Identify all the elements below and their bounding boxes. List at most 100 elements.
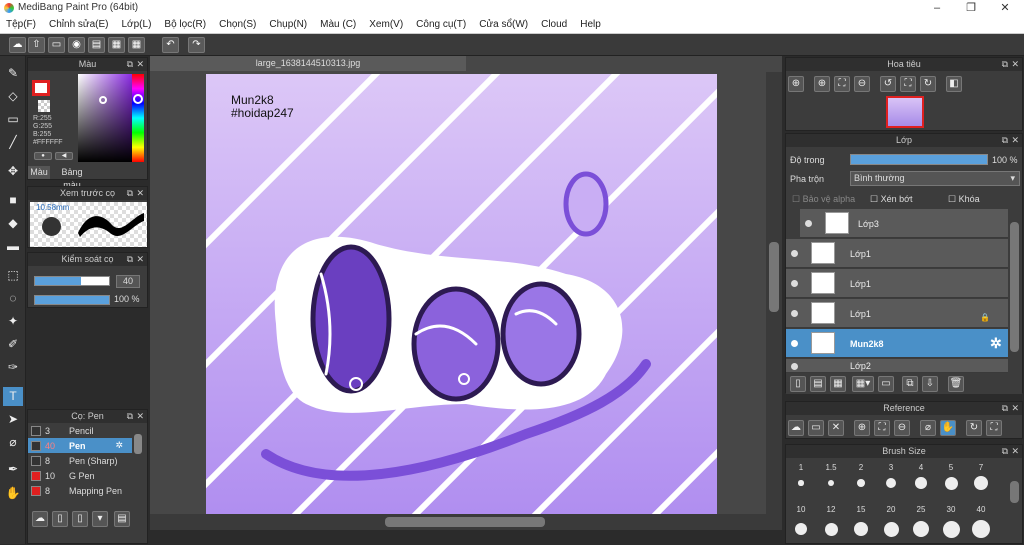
select-eraser-tool-icon[interactable]: ✑: [3, 358, 23, 377]
brush-size-option[interactable]: [942, 520, 960, 538]
zoom-in-icon[interactable]: ⊕: [854, 420, 870, 436]
pen-item[interactable]: 8 Pen (Sharp): [28, 453, 132, 468]
dock-icon[interactable]: ⧉: [127, 58, 133, 71]
fit-screen-icon[interactable]: ⛶: [900, 76, 916, 92]
brush-size-option[interactable]: [973, 475, 989, 491]
flip-icon[interactable]: ◧: [946, 76, 962, 92]
new-color-layer-icon[interactable]: ▤: [810, 376, 826, 392]
pen-item[interactable]: 10 G Pen: [28, 468, 132, 483]
new-brush-icon[interactable]: ▯: [52, 511, 68, 527]
brush-size-option[interactable]: [857, 479, 865, 487]
close-icon[interactable]: ✕: [136, 58, 144, 71]
gear-icon[interactable]: ✲: [990, 335, 1002, 352]
dock-icon[interactable]: ⧉: [1002, 58, 1008, 71]
brush-size-option[interactable]: [915, 477, 927, 489]
brush-size-option[interactable]: [798, 480, 804, 486]
fit-icon[interactable]: ⛶: [834, 76, 850, 92]
visibility-eye-icon[interactable]: [791, 310, 798, 317]
fit-icon[interactable]: ⛶: [874, 420, 890, 436]
eyedrop-color-icon[interactable]: ◀: [55, 152, 73, 160]
close-icon[interactable]: ✕: [1011, 445, 1019, 458]
protect-alpha-checkbox[interactable]: ☐ Bảo vệ alpha: [792, 194, 855, 205]
zoom-out-icon[interactable]: ⊖: [894, 420, 910, 436]
rotate-left-icon[interactable]: ↺: [880, 76, 896, 92]
cloud-icon[interactable]: ☁: [9, 37, 26, 53]
dock-icon[interactable]: ⧉: [127, 187, 133, 200]
tab-color[interactable]: Màu: [28, 166, 50, 179]
visibility-eye-icon[interactable]: [791, 280, 798, 287]
redo-icon[interactable]: ↷: [188, 37, 205, 53]
minimize-button[interactable]: –: [920, 0, 954, 16]
menu-cloud[interactable]: Cloud: [541, 19, 567, 30]
menu-tools[interactable]: Công cụ(T): [416, 19, 466, 30]
dock-icon[interactable]: ⧉: [1002, 134, 1008, 147]
zoom-out-icon[interactable]: ⊖: [854, 76, 870, 92]
visibility-eye-icon[interactable]: [791, 340, 798, 347]
layer-row[interactable]: Lớp1: [786, 269, 1008, 298]
folder-icon[interactable]: ▭: [878, 376, 894, 392]
brush-size-value[interactable]: 40: [116, 275, 140, 288]
fit-screen-icon[interactable]: ⛶: [986, 420, 1002, 436]
maximize-button[interactable]: ❐: [954, 0, 988, 16]
canvas-vscroll-thumb[interactable]: [769, 242, 779, 312]
brush-size-option[interactable]: [854, 522, 868, 536]
menu-snap[interactable]: Chụp(N): [269, 19, 307, 30]
lock-checkbox[interactable]: ☐ Khóa: [948, 194, 980, 205]
brush-size-option[interactable]: [795, 523, 807, 535]
line-tool-icon[interactable]: ╱: [3, 133, 23, 152]
rotate-right-icon[interactable]: ↻: [920, 76, 936, 92]
transparent-color-swatch[interactable]: [38, 100, 50, 112]
layer-row[interactable]: Lớp3: [800, 209, 1008, 238]
chat-icon[interactable]: ◉: [68, 37, 85, 53]
gear-icon[interactable]: ✲: [116, 440, 124, 451]
add-color-icon[interactable]: ●: [34, 152, 52, 160]
layer-type-menu-icon[interactable]: ▦▾: [852, 376, 874, 392]
close-icon[interactable]: ✕: [1011, 134, 1019, 147]
close-button[interactable]: ✕: [988, 0, 1022, 16]
dock-icon[interactable]: ⧉: [127, 253, 133, 266]
comment-icon[interactable]: ▭: [48, 37, 65, 53]
upload-icon[interactable]: ⇧: [28, 37, 45, 53]
grid-icon[interactable]: ▦: [128, 37, 145, 53]
visibility-eye-icon[interactable]: [791, 363, 798, 370]
new-halftone-layer-icon[interactable]: ▦: [830, 376, 846, 392]
dock-icon[interactable]: ⧉: [1002, 402, 1008, 415]
brush-tool-icon[interactable]: ✎: [3, 64, 23, 83]
layer-row[interactable]: Lớp2: [786, 359, 1008, 373]
text-tool-icon[interactable]: T: [3, 387, 23, 406]
menu-select[interactable]: Chọn(S): [219, 19, 256, 30]
pen-list-scrollbar[interactable]: [134, 434, 142, 454]
fill-rect-tool-icon[interactable]: ■: [3, 191, 23, 210]
layer-row[interactable]: Lớp1 🔒: [786, 299, 1008, 328]
cloud-icon[interactable]: ☁: [788, 420, 804, 436]
cloud-download-icon[interactable]: ☁: [32, 511, 48, 527]
menu-file[interactable]: Tệp(F): [6, 19, 36, 30]
pen-item[interactable]: 8 Mapping Pen: [28, 483, 132, 498]
canvas-vertical-scrollbar[interactable]: [766, 72, 782, 514]
merge-layer-icon[interactable]: ⇩: [922, 376, 938, 392]
drawing-canvas[interactable]: Mun2k8 #hoidap247: [206, 74, 717, 515]
close-icon[interactable]: ✕: [1011, 58, 1019, 71]
pen-tool-icon[interactable]: ✒: [3, 460, 23, 479]
close-icon[interactable]: ✕: [136, 410, 144, 423]
layer-row[interactable]: Lớp1: [786, 239, 1008, 268]
trash-icon[interactable]: 🗑: [948, 376, 964, 392]
duplicate-layer-icon[interactable]: ⧉: [902, 376, 918, 392]
brush-size-option[interactable]: [972, 520, 990, 538]
close-icon[interactable]: ✕: [136, 187, 144, 200]
menu-edit[interactable]: Chỉnh sửa(E): [49, 19, 109, 30]
magic-wand-tool-icon[interactable]: ✦: [3, 312, 23, 331]
copy-brush-icon[interactable]: ▯: [72, 511, 88, 527]
brush-size-option[interactable]: [913, 521, 929, 537]
layer-opacity-slider[interactable]: [850, 154, 988, 165]
brush-size-option[interactable]: [944, 476, 958, 490]
saturation-value-picker[interactable]: [78, 74, 132, 162]
canvas-hscroll-thumb[interactable]: [385, 517, 545, 527]
layer-row-selected[interactable]: Mun2k8 ✲: [786, 329, 1008, 358]
select-pen-tool-icon[interactable]: ✐: [3, 335, 23, 354]
rotate-icon[interactable]: ↻: [966, 420, 982, 436]
zoom-actual-icon[interactable]: ⊕: [788, 76, 804, 92]
pages-icon[interactable]: ▦: [108, 37, 125, 53]
hue-slider-handle[interactable]: [133, 94, 143, 104]
document-tab[interactable]: large_1638144510313.jpg: [150, 56, 466, 71]
